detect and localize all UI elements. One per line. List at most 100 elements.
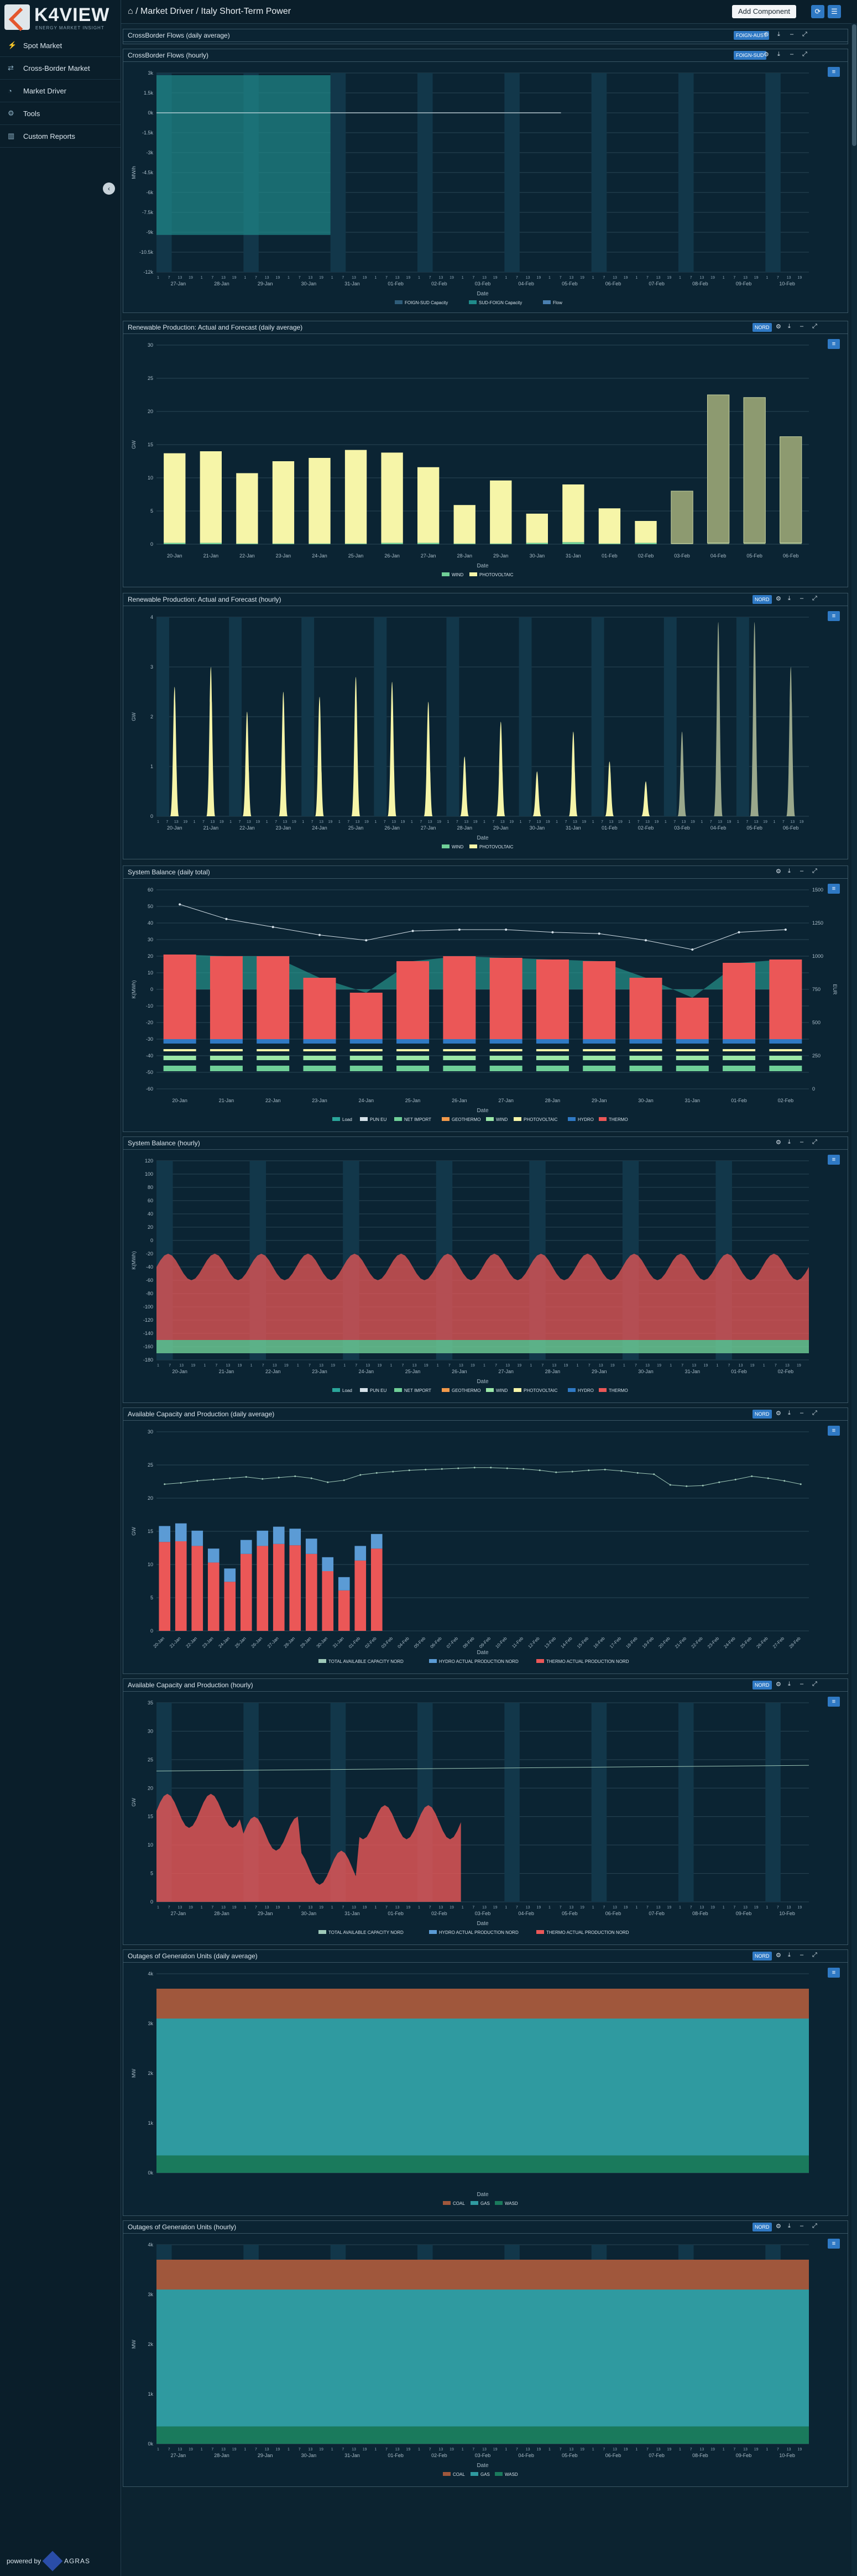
legend-swatch xyxy=(469,572,477,576)
photovoltaic-bar xyxy=(583,1049,616,1051)
nav-tools[interactable]: ⚙ Tools xyxy=(0,102,121,125)
chart-menu-icon[interactable]: ≡ xyxy=(828,2239,840,2249)
hour-tick-label: 1 xyxy=(623,1364,625,1368)
minimize-icon[interactable]: – xyxy=(800,1952,803,1958)
expand-icon[interactable]: ⤢ xyxy=(812,1410,817,1417)
gear-icon[interactable]: ⚙ xyxy=(776,2223,781,2230)
zone-selector[interactable]: NORD xyxy=(753,1681,772,1689)
expand-icon[interactable]: ⤢ xyxy=(812,868,817,875)
minimize-icon[interactable]: – xyxy=(800,1410,803,1416)
legend-item: THERMO xyxy=(609,1117,628,1122)
gear-icon[interactable]: ⚙ xyxy=(776,868,781,875)
minimize-icon[interactable]: – xyxy=(800,1139,803,1145)
expand-icon[interactable]: ⤢ xyxy=(812,2223,817,2230)
expand-icon[interactable]: ⤢ xyxy=(802,51,807,58)
minimize-icon[interactable]: – xyxy=(790,31,793,38)
hour-tick-label: 7 xyxy=(166,820,168,824)
thermo-bar xyxy=(349,993,383,1039)
x-tick-label: 24-Jan xyxy=(359,1369,374,1374)
expand-icon[interactable]: ⤢ xyxy=(812,1952,817,1959)
hour-tick-label: 7 xyxy=(529,820,531,824)
home-icon[interactable]: ⌂ xyxy=(128,7,133,16)
hour-tick-label: 13 xyxy=(569,2448,573,2452)
menu-icon[interactable]: ☰ xyxy=(828,5,841,18)
add-component-button[interactable]: Add Component xyxy=(732,5,796,18)
legend-swatch xyxy=(442,1388,450,1392)
hour-tick-label: 19 xyxy=(328,820,332,824)
nav-cross-border-market[interactable]: ⇄ Cross-Border Market xyxy=(0,57,121,80)
expand-icon[interactable]: ⤢ xyxy=(812,1681,817,1688)
minimize-icon[interactable]: – xyxy=(800,595,803,602)
nav-market-driver[interactable]: ◔ Market Driver xyxy=(0,80,121,102)
zone-selector[interactable]: NORD xyxy=(753,2223,772,2231)
minimize-icon[interactable]: – xyxy=(800,1681,803,1687)
zone-selector[interactable]: NORD xyxy=(753,1410,772,1419)
zone-selector[interactable]: NORD xyxy=(753,1952,772,1960)
page-scrollbar[interactable] xyxy=(851,23,857,2576)
hour-tick-label: 7 xyxy=(239,820,241,824)
download-icon[interactable]: ⤓ xyxy=(788,323,791,330)
minimize-icon[interactable]: – xyxy=(800,323,803,330)
nav-spot-market[interactable]: ⚡ Spot Market xyxy=(0,34,121,57)
x-tick-label: 29-Jan xyxy=(299,1636,312,1649)
gear-icon[interactable]: ⚙ xyxy=(776,595,781,602)
gear-icon[interactable]: ⚙ xyxy=(764,51,769,58)
download-icon[interactable]: ⤓ xyxy=(777,51,780,58)
x-tick-label: 01-Feb xyxy=(388,1911,404,1916)
refresh-icon[interactable]: ⟳ xyxy=(811,5,824,18)
x-tick-label: 31-Jan xyxy=(344,2453,360,2458)
download-icon[interactable]: ⤓ xyxy=(788,1681,791,1688)
scrollbar-thumb[interactable] xyxy=(852,24,856,146)
download-icon[interactable]: ⤓ xyxy=(788,2223,791,2230)
chart-menu-icon[interactable]: ≡ xyxy=(828,67,840,77)
download-icon[interactable]: ⤓ xyxy=(788,1952,791,1959)
hour-tick-label: 1 xyxy=(390,1364,392,1368)
hour-tick-label: 19 xyxy=(536,2448,541,2452)
expand-icon[interactable]: ⤢ xyxy=(812,595,817,602)
download-icon[interactable]: ⤓ xyxy=(788,868,791,875)
chart-menu-icon[interactable]: ≡ xyxy=(828,1155,840,1165)
zone-selector[interactable]: NORD xyxy=(753,323,772,332)
minimize-icon[interactable]: – xyxy=(800,868,803,874)
chart-menu-icon[interactable]: ≡ xyxy=(828,1426,840,1436)
chart-menu-icon[interactable]: ≡ xyxy=(828,1697,840,1707)
y-tick-label: 30 xyxy=(148,342,153,348)
legend-item: GEOTHERMO xyxy=(452,1117,480,1122)
chart-menu-icon[interactable]: ≡ xyxy=(828,1968,840,1978)
gear-icon[interactable]: ⚙ xyxy=(776,1952,781,1959)
hour-tick-label: 1 xyxy=(679,2448,681,2452)
nav-custom-reports[interactable]: ▥ Custom Reports xyxy=(0,125,121,148)
download-icon[interactable]: ⤓ xyxy=(777,31,780,38)
zone-selector[interactable]: NORD xyxy=(753,595,772,604)
hour-tick-label: 19 xyxy=(754,2448,759,2452)
gear-icon[interactable]: ⚙ xyxy=(776,1681,781,1688)
download-icon[interactable]: ⤓ xyxy=(788,595,791,602)
minimize-icon[interactable]: – xyxy=(800,2223,803,2229)
hour-tick-label: 7 xyxy=(472,276,474,280)
expand-icon[interactable]: ⤢ xyxy=(812,1139,817,1146)
x-tick-label: 03-Feb xyxy=(475,1911,491,1916)
hour-tick-label: 7 xyxy=(560,276,562,280)
x-tick-label: 02-Feb xyxy=(364,1636,378,1650)
expand-icon[interactable]: ⤢ xyxy=(812,323,817,330)
minimize-icon[interactable]: – xyxy=(790,51,793,58)
chart-menu-icon[interactable]: ≡ xyxy=(828,884,840,894)
hour-tick-label: 7 xyxy=(385,276,388,280)
sidebar-collapse-button[interactable]: ‹ xyxy=(103,182,115,195)
zone-selector[interactable]: FOIGN-SUD xyxy=(734,51,766,60)
gear-icon[interactable]: ⚙ xyxy=(776,323,781,330)
capacity-hourly-chart: 35 30 25 20 15 10 5 0 GW Date 1 7 13 19 1 7 13 19 1 7 13 19 1 7… xyxy=(131,1700,809,1935)
gear-icon[interactable]: ⚙ xyxy=(776,1139,781,1146)
download-icon[interactable]: ⤓ xyxy=(788,1139,791,1146)
expand-icon[interactable]: ⤢ xyxy=(802,31,807,38)
x-tick-label: 22-Jan xyxy=(239,825,255,831)
gear-icon[interactable]: ⚙ xyxy=(764,31,769,38)
chart-menu-icon[interactable]: ≡ xyxy=(828,611,840,621)
download-icon[interactable]: ⤓ xyxy=(788,1410,791,1417)
x-tick-label: 27-Jan xyxy=(171,281,186,286)
thermo-area xyxy=(156,1793,461,1902)
chart-menu-icon[interactable]: ≡ xyxy=(828,339,840,349)
hour-tick-label: 13 xyxy=(352,1906,356,1910)
gear-icon[interactable]: ⚙ xyxy=(776,1410,781,1417)
brand-logo[interactable]: K4VIEW ENERGY MARKET INSIGHT xyxy=(0,0,121,34)
